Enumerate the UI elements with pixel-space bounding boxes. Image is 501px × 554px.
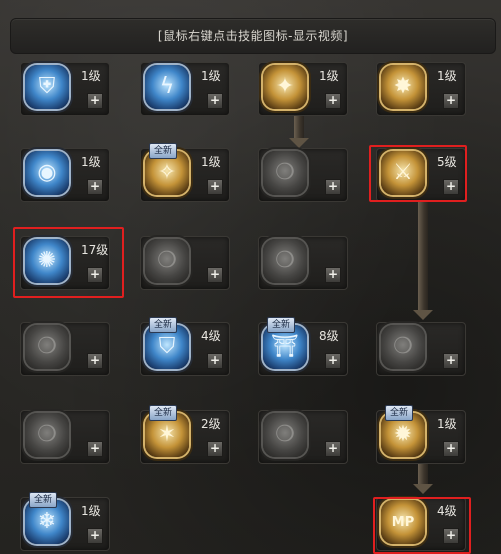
locked-skill-icon[interactable]: ❍: [263, 239, 307, 283]
hint-bar: [鼠标右键点击技能图标-显示视频]: [10, 18, 496, 54]
locked-skill-icon[interactable]: ❍: [381, 325, 425, 369]
new-badge: 全新: [149, 405, 178, 421]
skill-slot[interactable]: ❍ +: [258, 236, 348, 290]
shield-icon[interactable]: ⛨: [25, 65, 69, 109]
level-up-button[interactable]: +: [87, 441, 103, 457]
level-up-button[interactable]: +: [87, 93, 103, 109]
level-up-button[interactable]: +: [325, 353, 341, 369]
level-up-button[interactable]: +: [325, 179, 341, 195]
locked-skill-icon[interactable]: ❍: [25, 325, 69, 369]
skill-level: 8级: [319, 329, 339, 343]
level-up-button[interactable]: +: [207, 353, 223, 369]
new-badge: 全新: [29, 492, 58, 508]
highlight-box: [13, 227, 124, 298]
highlight-box: [369, 145, 467, 202]
skill-slot[interactable]: ✦ 1级 +: [258, 62, 348, 116]
level-up-button[interactable]: +: [87, 179, 103, 195]
level-up-button[interactable]: +: [443, 441, 459, 457]
skill-level: 1级: [437, 69, 457, 83]
skill-slot[interactable]: ⛩ 全新 8级 +: [258, 317, 348, 376]
level-up-button[interactable]: +: [87, 528, 103, 544]
skill-tree-panel: [鼠标右键点击技能图标-显示视频] ⛨ 1级 + ϟ 1级 + ✦ 1级 + ✸ 1级 + ◉ 1级 + ✧ 全…: [0, 0, 501, 554]
locked-skill-icon[interactable]: ❍: [145, 239, 189, 283]
skill-slot[interactable]: ϟ 1级 +: [140, 62, 230, 116]
boot-kick-icon[interactable]: ✸: [381, 65, 425, 109]
level-up-button[interactable]: +: [207, 441, 223, 457]
level-up-button[interactable]: +: [325, 441, 341, 457]
level-up-button[interactable]: +: [325, 93, 341, 109]
locked-skill-icon[interactable]: ❍: [263, 413, 307, 457]
level-up-button[interactable]: +: [443, 93, 459, 109]
skill-slot[interactable]: ❍ +: [140, 236, 230, 290]
skill-slot[interactable]: ❍ +: [258, 148, 348, 202]
phoenix-icon[interactable]: ✦: [263, 65, 307, 109]
locked-skill-icon[interactable]: ❍: [263, 151, 307, 195]
level-up-button[interactable]: +: [207, 179, 223, 195]
skill-level: 1级: [81, 155, 101, 169]
skill-slot[interactable]: ❄ 全新 1级 +: [20, 492, 110, 551]
level-up-button[interactable]: +: [87, 353, 103, 369]
level-up-button[interactable]: +: [207, 93, 223, 109]
new-badge: 全新: [385, 405, 414, 421]
skill-slot[interactable]: ✸ 1级 +: [376, 62, 466, 116]
skill-slot[interactable]: ◉ 1级 +: [20, 148, 110, 202]
skill-level: 2级: [201, 417, 221, 431]
skill-slot[interactable]: ✶ 全新 2级 +: [140, 405, 230, 464]
skill-slot[interactable]: ✹ 全新 1级 +: [376, 405, 466, 464]
new-badge: 全新: [267, 317, 296, 333]
skill-slot[interactable]: ❍ +: [20, 410, 110, 464]
locked-skill-icon[interactable]: ❍: [25, 413, 69, 457]
skill-slot[interactable]: ⛨ 1级 +: [20, 62, 110, 116]
skill-slot[interactable]: ❍ +: [20, 322, 110, 376]
lightning-icon[interactable]: ϟ: [145, 65, 189, 109]
skill-level: 4级: [201, 329, 221, 343]
skill-slot[interactable]: ❍ +: [376, 322, 466, 376]
level-up-button[interactable]: +: [443, 353, 459, 369]
skill-level: 1级: [201, 155, 221, 169]
hint-text: [鼠标右键点击技能图标-显示视频]: [157, 29, 349, 43]
link-arrow: [413, 198, 433, 320]
skill-level: 1级: [81, 69, 101, 83]
skill-level: 1级: [437, 417, 457, 431]
new-badge: 全新: [149, 317, 178, 333]
new-badge: 全新: [149, 143, 178, 159]
level-up-button[interactable]: +: [325, 267, 341, 283]
skill-level: 1级: [81, 504, 101, 518]
eye-ward-icon[interactable]: ◉: [25, 151, 69, 195]
level-up-button[interactable]: +: [207, 267, 223, 283]
skill-level: 1级: [319, 69, 339, 83]
skill-slot[interactable]: ❍ +: [258, 410, 348, 464]
skill-slot[interactable]: ⛉ 全新 4级 +: [140, 317, 230, 376]
skill-level: 1级: [201, 69, 221, 83]
skill-slot[interactable]: ✧ 全新 1级 +: [140, 143, 230, 202]
highlight-box: [373, 497, 471, 554]
